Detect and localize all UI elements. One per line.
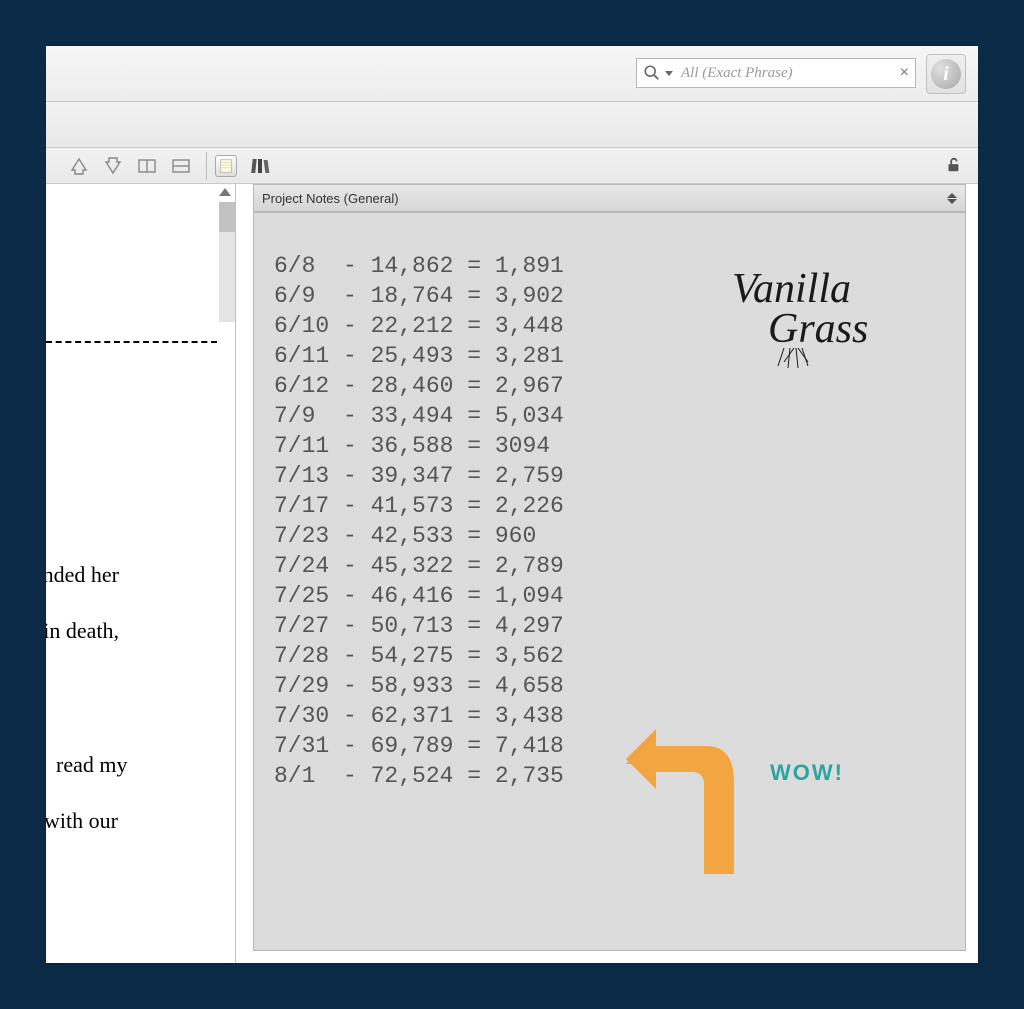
secondary-toolbar xyxy=(46,102,978,148)
notes-line: 6/9 - 18,764 = 3,902 xyxy=(274,283,564,309)
split-vertical-button[interactable] xyxy=(170,155,192,177)
notes-line: 7/13 - 39,347 = 2,759 xyxy=(274,463,564,489)
section-divider xyxy=(46,341,217,343)
toolbar-divider xyxy=(206,152,207,180)
annotation-wow-label: WOW! xyxy=(770,760,844,786)
notes-line: 8/1 - 72,524 = 2,735 xyxy=(274,763,564,789)
nav-up-button[interactable] xyxy=(68,155,90,177)
notes-panel-header[interactable]: Project Notes (General) xyxy=(253,184,966,212)
notes-line: 7/24 - 45,322 = 2,789 xyxy=(274,553,564,579)
chevron-down-icon[interactable] xyxy=(665,71,673,76)
notes-line: 6/8 - 14,862 = 1,891 xyxy=(274,253,564,279)
search-icon xyxy=(643,64,661,82)
notes-panel-title: Project Notes (General) xyxy=(262,191,399,206)
view-toolbar xyxy=(46,148,978,184)
notes-line: 6/12 - 28,460 = 2,967 xyxy=(274,373,564,399)
notes-line: 7/29 - 58,933 = 4,658 xyxy=(274,673,564,699)
doc-text-fragment: read my xyxy=(56,752,127,778)
document-pane[interactable]: rrounded her But in death, read my with … xyxy=(46,184,236,963)
scroll-up-icon[interactable] xyxy=(219,188,231,196)
unlock-icon[interactable] xyxy=(944,156,962,174)
search-field[interactable]: All (Exact Phrase) × xyxy=(636,58,916,88)
notepad-view-button[interactable] xyxy=(215,155,237,177)
app-window: All (Exact Phrase) × i xyxy=(46,46,978,963)
notes-line: 7/27 - 50,713 = 4,297 xyxy=(274,613,564,639)
bookmarks-view-button[interactable] xyxy=(249,155,271,177)
clear-search-button[interactable]: × xyxy=(900,64,909,82)
project-notes-content[interactable]: 6/8 - 14,862 = 1,891 6/9 - 18,764 = 3,90… xyxy=(253,212,966,951)
notes-line: 7/25 - 46,416 = 1,094 xyxy=(274,583,564,609)
search-placeholder: All (Exact Phrase) xyxy=(681,65,896,82)
notes-line: 6/10 - 22,212 = 3,448 xyxy=(274,313,564,339)
info-button[interactable]: i xyxy=(926,54,966,94)
info-icon: i xyxy=(931,59,961,89)
scrollbar-thumb[interactable] xyxy=(219,202,235,232)
notes-line: 6/11 - 25,493 = 3,281 xyxy=(274,343,564,369)
doc-text-fragment: rrounded her xyxy=(46,562,119,588)
notes-line: 7/23 - 42,533 = 960 xyxy=(274,523,536,549)
notes-line: 7/9 - 33,494 = 5,034 xyxy=(274,403,564,429)
split-horizontal-button[interactable] xyxy=(136,155,158,177)
notes-line: 7/17 - 41,573 = 2,226 xyxy=(274,493,564,519)
notes-line: 7/30 - 62,371 = 3,438 xyxy=(274,703,564,729)
doc-text-fragment: But in death, xyxy=(46,618,119,644)
top-toolbar: All (Exact Phrase) × i xyxy=(46,46,978,102)
notes-line: 7/28 - 54,275 = 3,562 xyxy=(274,643,564,669)
notes-line: 7/11 - 36,588 = 3094 xyxy=(274,433,550,459)
nav-down-button[interactable] xyxy=(102,155,124,177)
doc-text-fragment: with our xyxy=(46,808,118,834)
notes-line: 7/31 - 69,789 = 7,418 xyxy=(274,733,564,759)
expand-collapse-icon[interactable] xyxy=(947,193,957,204)
